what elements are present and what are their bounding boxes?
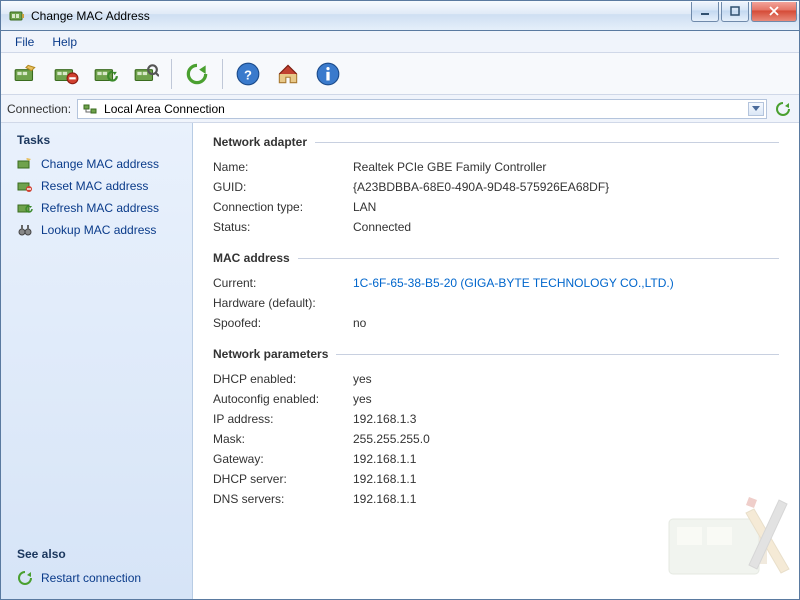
- sidebar-item-label: Restart connection: [41, 571, 141, 585]
- toolbar-change-mac-button[interactable]: [7, 56, 45, 92]
- tasks-header: Tasks: [17, 133, 184, 147]
- value-mask: 255.255.255.0: [353, 432, 779, 446]
- svg-text:?: ?: [244, 67, 252, 82]
- menubar: File Help: [1, 31, 799, 53]
- value-ip: 192.168.1.3: [353, 412, 779, 426]
- label-gateway: Gateway:: [213, 452, 353, 466]
- restart-icon: [17, 570, 33, 586]
- section-title: MAC address: [213, 251, 290, 265]
- toolbar-separator: [222, 59, 223, 89]
- label-status: Status:: [213, 220, 353, 234]
- content: Network adapter Name:Realtek PCIe GBE Fa…: [193, 123, 799, 599]
- sidebar-item-label: Refresh MAC address: [41, 201, 159, 215]
- section-mac-address: MAC address Current:1C-6F-65-38-B5-20 (G…: [213, 251, 779, 333]
- value-dhcp-server: 192.168.1.1: [353, 472, 779, 486]
- label-spoofed: Spoofed:: [213, 316, 353, 330]
- toolbar-reset-mac-button[interactable]: [47, 56, 85, 92]
- body: Tasks Change MAC address Reset MAC addre…: [1, 123, 799, 599]
- connection-value: Local Area Connection: [104, 102, 225, 116]
- app-icon: [9, 8, 25, 24]
- toolbar: ?: [1, 53, 799, 95]
- toolbar-restart-button[interactable]: [178, 56, 216, 92]
- section-network-adapter: Network adapter Name:Realtek PCIe GBE Fa…: [213, 135, 779, 237]
- section-title: Network parameters: [213, 347, 328, 361]
- connection-row: Connection: Local Area Connection: [1, 95, 799, 123]
- toolbar-separator: [171, 59, 172, 89]
- connection-refresh-button[interactable]: [773, 99, 793, 119]
- sidebar-item-reset-mac[interactable]: Reset MAC address: [9, 175, 184, 197]
- value-conntype: LAN: [353, 200, 779, 214]
- label-dhcp-server: DHCP server:: [213, 472, 353, 486]
- value-current-mac[interactable]: 1C-6F-65-38-B5-20 (GIGA-BYTE TECHNOLOGY …: [353, 276, 779, 290]
- maximize-button[interactable]: [721, 2, 749, 22]
- sidebar: Tasks Change MAC address Reset MAC addre…: [1, 123, 193, 599]
- value-hardware: [353, 296, 779, 310]
- value-spoofed: no: [353, 316, 779, 330]
- network-icon: [82, 101, 98, 117]
- label-hardware: Hardware (default):: [213, 296, 353, 310]
- sidebar-item-label: Change MAC address: [41, 157, 159, 171]
- label-ip: IP address:: [213, 412, 353, 426]
- minimize-button[interactable]: [691, 2, 719, 22]
- section-title: Network adapter: [213, 135, 307, 149]
- connection-select[interactable]: Local Area Connection: [77, 99, 767, 119]
- value-autoconfig: yes: [353, 392, 779, 406]
- value-guid: {A23BDBBA-68E0-490A-9D48-575926EA68DF}: [353, 180, 779, 194]
- toolbar-home-button[interactable]: [269, 56, 307, 92]
- window-title: Change MAC Address: [31, 9, 689, 23]
- connection-label: Connection:: [7, 102, 71, 116]
- menu-file[interactable]: File: [7, 33, 42, 51]
- nic-edit-icon: [17, 156, 33, 172]
- value-status: Connected: [353, 220, 779, 234]
- value-gateway: 192.168.1.1: [353, 452, 779, 466]
- binoculars-icon: [17, 222, 33, 238]
- value-dns: 192.168.1.1: [353, 492, 779, 506]
- label-guid: GUID:: [213, 180, 353, 194]
- sidebar-item-restart-connection[interactable]: Restart connection: [9, 567, 184, 589]
- window-controls: [689, 2, 797, 22]
- sidebar-item-lookup-mac[interactable]: Lookup MAC address: [9, 219, 184, 241]
- sidebar-item-label: Lookup MAC address: [41, 223, 156, 237]
- label-conntype: Connection type:: [213, 200, 353, 214]
- seealso-header: See also: [17, 547, 184, 561]
- toolbar-help-button[interactable]: ?: [229, 56, 267, 92]
- sidebar-item-label: Reset MAC address: [41, 179, 148, 193]
- app-window: Change MAC Address File Help ?: [0, 0, 800, 600]
- titlebar[interactable]: Change MAC Address: [1, 1, 799, 31]
- toolbar-refresh-mac-button[interactable]: [87, 56, 125, 92]
- label-mask: Mask:: [213, 432, 353, 446]
- label-name: Name:: [213, 160, 353, 174]
- chevron-down-icon[interactable]: [748, 102, 764, 116]
- menu-help[interactable]: Help: [44, 33, 85, 51]
- section-network-parameters: Network parameters DHCP enabled:yes Auto…: [213, 347, 779, 509]
- label-autoconfig: Autoconfig enabled:: [213, 392, 353, 406]
- value-name: Realtek PCIe GBE Family Controller: [353, 160, 779, 174]
- toolbar-about-button[interactable]: [309, 56, 347, 92]
- sidebar-item-refresh-mac[interactable]: Refresh MAC address: [9, 197, 184, 219]
- nic-reset-icon: [17, 178, 33, 194]
- label-dhcp-enabled: DHCP enabled:: [213, 372, 353, 386]
- label-current: Current:: [213, 276, 353, 290]
- close-button[interactable]: [751, 2, 797, 22]
- value-dhcp-enabled: yes: [353, 372, 779, 386]
- label-dns: DNS servers:: [213, 492, 353, 506]
- nic-refresh-icon: [17, 200, 33, 216]
- toolbar-lookup-mac-button[interactable]: [127, 56, 165, 92]
- sidebar-item-change-mac[interactable]: Change MAC address: [9, 153, 184, 175]
